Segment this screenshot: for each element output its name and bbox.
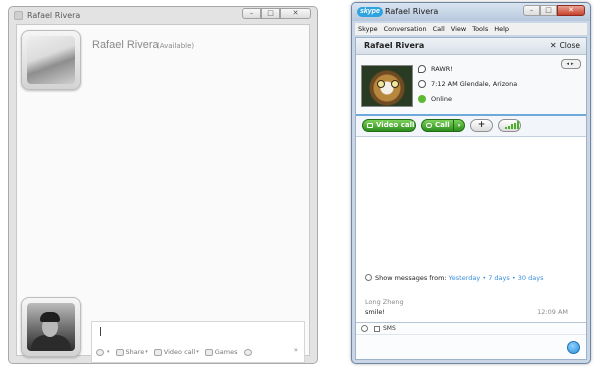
status-text: Online <box>431 95 452 103</box>
video-call-label: Video call <box>163 348 196 356</box>
history-yesterday-link[interactable]: Yesterday <box>449 274 481 282</box>
profile-nav-arrows[interactable]: ◂▸ <box>561 59 581 69</box>
share-label: Share <box>125 348 145 356</box>
history-separator: • <box>482 274 487 282</box>
skype-logo[interactable]: skype <box>357 7 383 17</box>
minimize-button[interactable]: – <box>242 8 261 19</box>
contact-profile: RAWR! 7:12 AM Glendale, Arizona Online ◂… <box>356 55 586 116</box>
message-history-filter: Show messages from: Yesterday • 7 days •… <box>365 274 565 283</box>
location-text: 7:12 AM Glendale, Arizona <box>431 80 518 88</box>
call-toolbar: Video call Call ▾ + <box>356 116 586 137</box>
close-conversation-button[interactable]: ✕ Close <box>550 41 580 50</box>
call-label: Call <box>435 121 450 129</box>
emoticon-icon <box>96 348 104 356</box>
user-avatar[interactable] <box>21 297 81 357</box>
chevron-down-icon: ▾ <box>145 349 148 355</box>
window-controls: – □ ✕ <box>523 5 585 16</box>
messenger-conversation-window: Rafael Rivera – □ ✕ Rafael Rivera (Avail… <box>8 6 318 364</box>
message-sender: Long Zheng <box>365 298 404 306</box>
clock-icon <box>418 80 426 88</box>
close-button[interactable]: ✕ <box>280 8 311 19</box>
contact-avatar[interactable] <box>21 30 81 90</box>
menu-help[interactable]: Help <box>494 25 509 33</box>
history-separator: • <box>511 274 516 282</box>
message-text: smile! <box>365 308 385 316</box>
message-input[interactable]: ▾ Share ▾ Video call ▾ Games » <box>91 321 305 363</box>
contact-name: Rafael Rivera <box>92 39 159 51</box>
window-title: Rafael Rivera <box>27 11 81 20</box>
user-photo <box>27 303 75 351</box>
close-label: Close <box>559 41 580 50</box>
menu-tools[interactable]: Tools <box>472 25 488 33</box>
window-app-icon[interactable] <box>14 11 23 20</box>
phone-icon <box>426 123 432 128</box>
sms-checkbox[interactable] <box>374 325 380 332</box>
menu-conversation[interactable]: Conversation <box>384 25 427 33</box>
contact-status: (Available) <box>157 42 195 50</box>
emoticon-button[interactable]: ▾ <box>96 348 110 356</box>
window-title: Rafael Rivera <box>385 7 439 16</box>
clock-icon <box>365 274 372 281</box>
share-button[interactable]: Share ▾ <box>115 348 148 356</box>
title-bar[interactable]: skype Rafael Rivera – □ ✕ <box>352 3 590 21</box>
video-call-label: Video call <box>376 121 415 129</box>
menu-skype[interactable]: Skype <box>358 25 378 33</box>
games-button[interactable]: Games <box>204 348 238 356</box>
avatar-eye <box>391 80 399 88</box>
online-status: Online <box>418 95 452 103</box>
title-bar[interactable]: Rafael Rivera – □ ✕ <box>9 7 317 24</box>
window-controls: – □ ✕ <box>242 8 311 19</box>
signal-strength-icon <box>505 121 520 129</box>
close-button[interactable]: ✕ <box>557 5 585 16</box>
menu-bar: Skype Conversation Call View Tools Help <box>355 23 587 35</box>
skype-conversation-window: skype Rafael Rivera – □ ✕ Skype Conversa… <box>351 2 591 364</box>
chat-scrollbar[interactable] <box>579 137 585 319</box>
nudge-button[interactable] <box>243 348 254 356</box>
history-7-days-link[interactable]: 7 days <box>488 274 510 282</box>
input-toolbar: SMS <box>356 323 586 335</box>
add-button[interactable]: + <box>470 119 493 132</box>
games-label: Games <box>214 348 238 356</box>
send-message-button[interactable] <box>567 341 580 354</box>
call-options-dropdown[interactable]: ▾ <box>453 120 464 131</box>
close-icon: ✕ <box>549 41 557 50</box>
chat-input-area[interactable]: SMS <box>356 322 586 359</box>
contact-name: Rafael Rivera <box>364 41 425 50</box>
video-call-icon <box>153 348 162 356</box>
conversation-panel: Rafael Rivera ✕ Close RAWR! 7:12 AM Glend… <box>355 37 587 360</box>
menu-view[interactable]: View <box>451 25 466 33</box>
input-toolbar: ▾ Share ▾ Video call ▾ Games <box>96 346 300 358</box>
speech-bubble-icon <box>418 65 426 73</box>
online-status-icon <box>418 95 426 103</box>
chevron-down-icon: ▾ <box>107 349 110 355</box>
video-call-button[interactable]: Video call ▾ <box>153 348 199 356</box>
mood-text: RAWR! <box>431 65 453 73</box>
minimize-button[interactable]: – <box>523 5 540 16</box>
contact-avatar[interactable] <box>361 65 413 107</box>
conversation-header: Rafael Rivera ✕ Close <box>356 38 586 55</box>
menu-call[interactable]: Call <box>433 25 445 33</box>
call-quality-button[interactable] <box>498 119 521 132</box>
mood-message: RAWR! <box>418 65 453 73</box>
sms-label: SMS <box>383 325 396 332</box>
maximize-button[interactable]: □ <box>540 5 557 16</box>
share-icon <box>115 348 124 356</box>
local-time-location: 7:12 AM Glendale, Arizona <box>418 80 517 88</box>
call-button[interactable]: Call ▾ <box>421 119 465 132</box>
history-30-days-link[interactable]: 30 days <box>518 274 544 282</box>
conversation-area: Rafael Rivera (Available) ▾ Share ▾ Video… <box>16 24 310 363</box>
video-camera-icon <box>367 123 373 128</box>
maximize-button[interactable]: □ <box>261 8 280 19</box>
avatar-eye <box>377 80 385 88</box>
contact-photo <box>27 36 75 84</box>
games-icon <box>204 348 213 356</box>
nudge-icon <box>243 348 252 356</box>
text-caret <box>100 327 101 336</box>
emoticon-icon[interactable] <box>361 325 368 332</box>
chevron-down-icon: ▾ <box>196 349 199 355</box>
video-call-button[interactable]: Video call <box>362 119 416 132</box>
more-options-button[interactable]: » <box>294 346 298 354</box>
message-timestamp: 12:09 AM <box>537 308 568 316</box>
history-prefix: Show messages from: <box>375 274 447 282</box>
